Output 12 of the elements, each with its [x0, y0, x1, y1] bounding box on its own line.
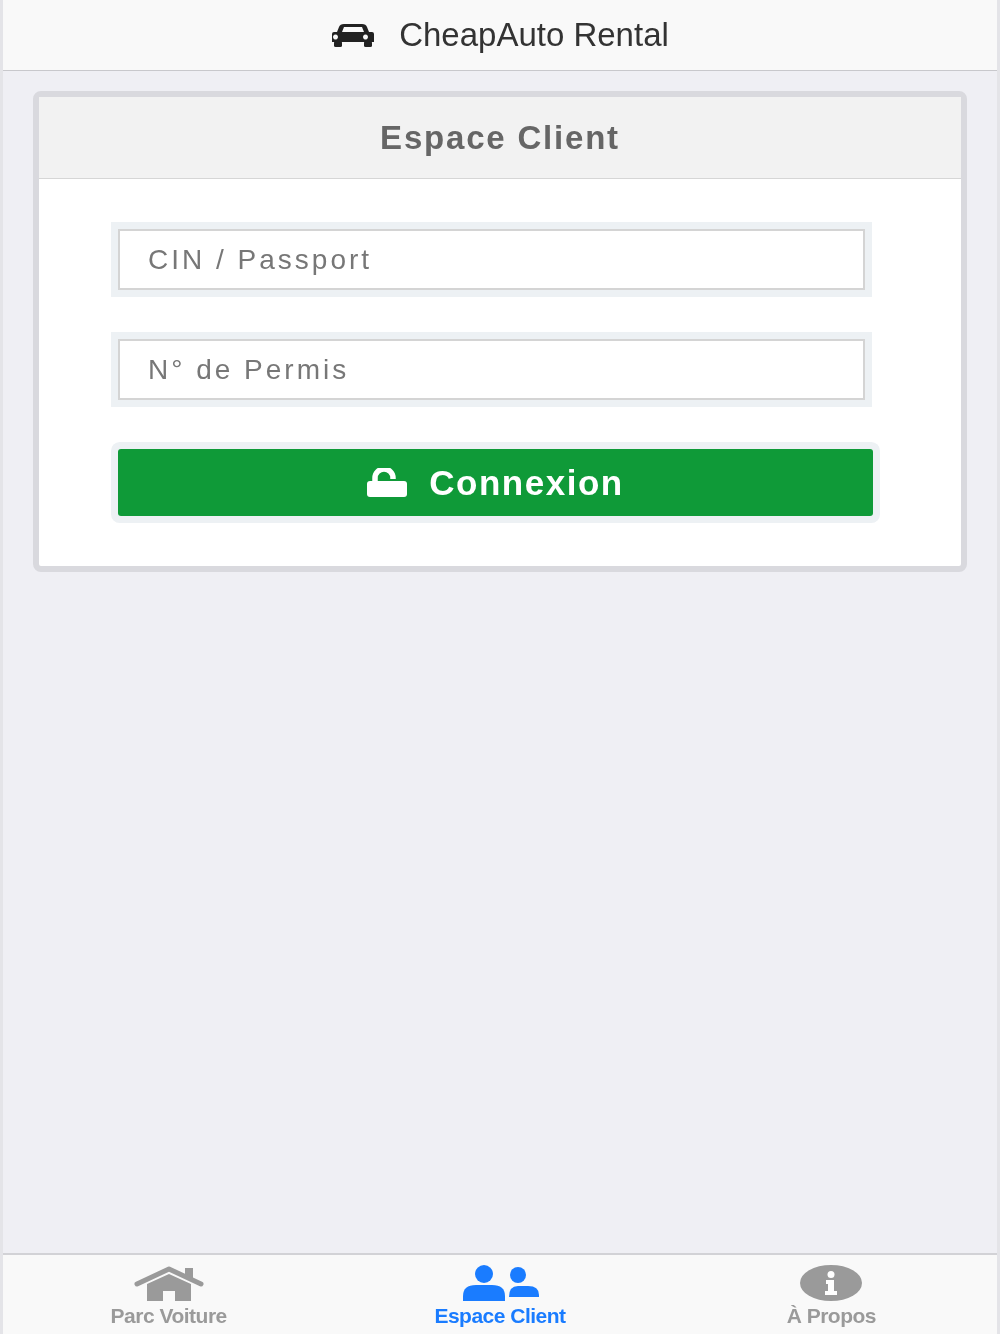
users-icon — [460, 1265, 540, 1301]
input-field[interactable]: N° de Permis — [118, 339, 865, 400]
input-field[interactable]: CIN / Passport — [118, 229, 865, 290]
tab-item[interactable]: Espace Client — [334, 1255, 666, 1334]
info-icon — [800, 1265, 863, 1301]
app-title: CheapAuto Rental — [399, 16, 669, 54]
house-icon — [132, 1265, 205, 1301]
tab-item[interactable]: À Propos — [665, 1255, 997, 1334]
car-icon — [331, 23, 376, 47]
tab-item[interactable]: Parc Voiture — [3, 1255, 335, 1334]
unlock-icon — [367, 468, 408, 497]
card-title: Espace Client — [380, 118, 620, 157]
